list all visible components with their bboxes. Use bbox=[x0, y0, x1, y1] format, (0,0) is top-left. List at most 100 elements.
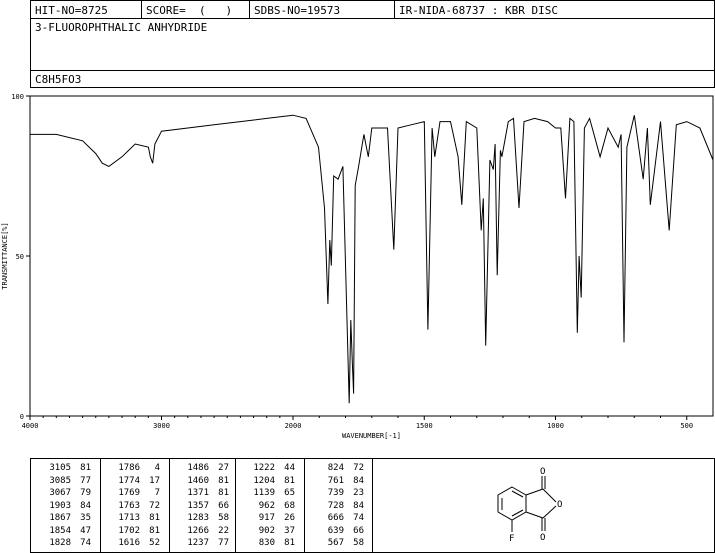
peak-transmittance: 23 bbox=[353, 488, 364, 498]
peak-transmittance: 58 bbox=[353, 538, 364, 548]
peak-wavenumber: 1357 bbox=[187, 500, 209, 511]
ir-info: IR-NIDA-68737 : KBR DISC bbox=[399, 4, 558, 17]
peak-wavenumber: 1763 bbox=[118, 500, 140, 511]
peak-wavenumber: 1702 bbox=[118, 525, 140, 536]
peak-row: 3067 79 bbox=[37, 488, 91, 498]
peak-row: 1616 52 bbox=[106, 538, 160, 548]
peak-row: 1357 66 bbox=[175, 501, 229, 511]
peak-wavenumber: 3085 bbox=[49, 475, 71, 486]
peak-row: 1266 22 bbox=[175, 526, 229, 536]
peak-transmittance: 27 bbox=[218, 463, 229, 473]
peak-row: 1204 81 bbox=[241, 476, 295, 486]
peak-column: 3105 81 3085 77 3067 79 1903 84 1867 35 1854 47 1828… bbox=[31, 459, 101, 552]
hit-no-cell: HIT-NO=8725 bbox=[31, 1, 142, 18]
peak-row: 1786 4 bbox=[106, 463, 160, 473]
peak-row: 1222 44 bbox=[241, 463, 295, 473]
peak-row: 962 68 bbox=[241, 501, 295, 511]
x-tick-label: 1000 bbox=[547, 422, 564, 430]
peak-transmittance: 84 bbox=[353, 475, 364, 486]
x-tick-label: 2000 bbox=[285, 422, 302, 430]
y-tick-label: 0 bbox=[20, 413, 24, 421]
peak-transmittance: 74 bbox=[353, 513, 364, 523]
peak-transmittance: 72 bbox=[353, 463, 364, 473]
peak-transmittance: 77 bbox=[218, 538, 229, 548]
peak-wavenumber: 728 bbox=[327, 500, 344, 511]
ir-spectrum-chart: 0 50 100 4000 3000 2000 1500 1000 500 WAVENUMBER[… bbox=[1, 93, 714, 440]
chemical-structure: O O O F bbox=[497, 467, 562, 544]
structure-bonds bbox=[497, 476, 557, 532]
fluorine-atom: F bbox=[509, 534, 514, 544]
peak-wavenumber: 1903 bbox=[49, 500, 71, 511]
peak-row: 1460 81 bbox=[175, 476, 229, 486]
peak-row: 761 84 bbox=[310, 476, 364, 486]
peak-row: 1486 27 bbox=[175, 463, 229, 473]
peak-column: 1486 27 1460 81 1371 81 1357 66 1283 58 1266 22 1237… bbox=[169, 459, 236, 552]
peak-row: 1774 17 bbox=[106, 476, 160, 486]
peak-transmittance: 81 bbox=[149, 525, 160, 536]
molecular-formula: C8H5FO3 bbox=[35, 73, 82, 86]
peak-wavenumber: 1486 bbox=[187, 463, 209, 473]
peak-transmittance: 4 bbox=[154, 463, 160, 473]
compound-name: 3-FLUOROPHTHALIC ANHYDRIDE bbox=[35, 21, 208, 34]
peak-wavenumber: 1786 bbox=[118, 463, 140, 473]
peak-wavenumber: 830 bbox=[258, 538, 275, 548]
peak-row: 639 66 bbox=[310, 526, 364, 536]
peak-transmittance: 81 bbox=[284, 538, 295, 548]
peak-row: 917 26 bbox=[241, 513, 295, 523]
peak-wavenumber: 1237 bbox=[187, 538, 209, 548]
peak-wavenumber: 962 bbox=[258, 500, 275, 511]
peak-row: 3085 77 bbox=[37, 476, 91, 486]
peak-transmittance: 81 bbox=[80, 463, 91, 473]
ring-oxygen: O bbox=[557, 500, 562, 510]
x-tick-label: 4000 bbox=[22, 422, 39, 430]
peak-wavenumber: 761 bbox=[327, 475, 344, 486]
peak-wavenumber: 824 bbox=[327, 463, 344, 473]
peak-row: 1237 77 bbox=[175, 538, 229, 548]
peak-transmittance: 17 bbox=[149, 475, 160, 486]
peak-transmittance: 81 bbox=[218, 475, 229, 486]
peak-wavenumber: 1616 bbox=[118, 538, 140, 548]
peak-column: 824 72 761 84 739 23 728 84 666 74 639 66 567 58 bbox=[304, 459, 373, 552]
peak-wavenumber: 1222 bbox=[253, 463, 275, 473]
peak-wavenumber: 1371 bbox=[187, 488, 209, 498]
peak-row: 902 37 bbox=[241, 526, 295, 536]
y-axis-label: TRANSMITTANCE[%] bbox=[1, 222, 9, 289]
peak-row: 1702 81 bbox=[106, 526, 160, 536]
peak-row: 666 74 bbox=[310, 513, 364, 523]
peak-wavenumber: 1769 bbox=[118, 488, 140, 498]
peak-wavenumber: 1867 bbox=[49, 513, 71, 523]
peak-wavenumber: 666 bbox=[327, 513, 344, 523]
peak-transmittance: 22 bbox=[218, 525, 229, 536]
peak-row: 1139 65 bbox=[241, 488, 295, 498]
score-cell: SCORE= ( ) bbox=[142, 1, 250, 18]
peak-row: 1903 84 bbox=[37, 501, 91, 511]
x-tick-label: 500 bbox=[680, 422, 693, 430]
score: SCORE= ( ) bbox=[146, 4, 233, 17]
peak-transmittance: 47 bbox=[80, 525, 91, 536]
peak-transmittance: 65 bbox=[284, 488, 295, 498]
ir-info-cell: IR-NIDA-68737 : KBR DISC bbox=[395, 1, 715, 18]
peak-row: 1763 72 bbox=[106, 501, 160, 511]
peak-wavenumber: 1828 bbox=[49, 538, 71, 548]
peak-wavenumber: 1204 bbox=[253, 475, 275, 486]
peak-row: 830 81 bbox=[241, 538, 295, 548]
hit-no: HIT-NO=8725 bbox=[35, 4, 108, 17]
peak-transmittance: 81 bbox=[218, 488, 229, 498]
peak-transmittance: 52 bbox=[149, 538, 160, 548]
y-tick-label: 50 bbox=[16, 253, 24, 261]
peak-transmittance: 35 bbox=[80, 513, 91, 523]
peak-wavenumber: 1139 bbox=[253, 488, 275, 498]
peak-wavenumber: 1713 bbox=[118, 513, 140, 523]
peak-wavenumber: 639 bbox=[327, 525, 344, 536]
peak-wavenumber: 739 bbox=[327, 488, 344, 498]
carbonyl-oxygen-top: O bbox=[540, 467, 545, 477]
peak-transmittance: 84 bbox=[353, 500, 364, 511]
peak-transmittance: 26 bbox=[284, 513, 295, 523]
peak-transmittance: 81 bbox=[149, 513, 160, 523]
peak-transmittance: 81 bbox=[284, 475, 295, 486]
peak-wavenumber: 3067 bbox=[49, 488, 71, 498]
peak-row: 1371 81 bbox=[175, 488, 229, 498]
peak-wavenumber: 917 bbox=[258, 513, 275, 523]
peak-row: 824 72 bbox=[310, 463, 364, 473]
peak-transmittance: 37 bbox=[284, 525, 295, 536]
